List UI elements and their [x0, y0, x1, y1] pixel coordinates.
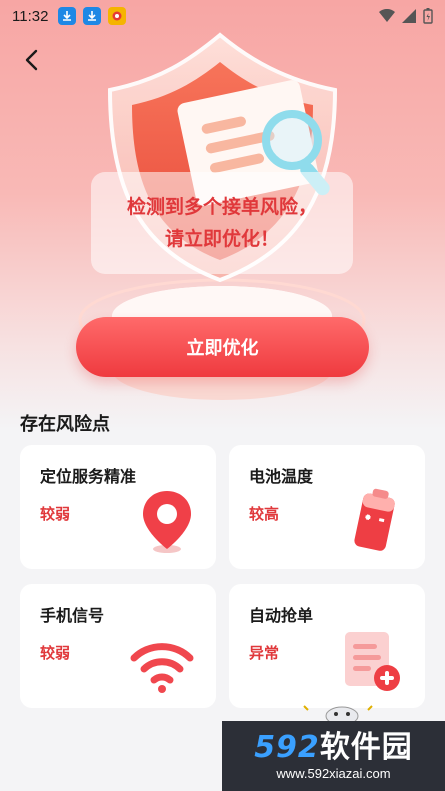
warning-line-1: 检测到多个接单风险， [126, 196, 317, 218]
chevron-left-icon [25, 49, 38, 71]
location-pin-icon [143, 491, 191, 553]
battery-icon [423, 8, 433, 24]
risk-card-location[interactable]: 定位服务精准 较弱 [20, 445, 216, 569]
watermark-brand-number: 592 [254, 729, 320, 765]
watermark-url: www.592xiazai.com [276, 765, 391, 781]
risk-card-auto-grab[interactable]: 自动抢单 异常 [229, 584, 425, 708]
card-title: 电池温度 [249, 467, 314, 486]
risk-card-signal[interactable]: 手机信号 较弱 [20, 584, 216, 708]
section-title: 存在风险点 [20, 414, 110, 435]
status-time: 11:32 [12, 7, 49, 25]
card-title: 自动抢单 [249, 606, 314, 625]
back-button[interactable] [18, 46, 46, 74]
warning-line-2: 请立即优化！ [164, 228, 279, 250]
document-add-icon [345, 632, 400, 691]
watermark-brand-text: 软件园 [319, 729, 413, 765]
battery-icon [354, 488, 395, 551]
card-title: 定位服务精准 [40, 467, 137, 486]
watermark-logo: 592软件园 www.592xiazai.com [222, 721, 445, 791]
risk-card-battery-temp[interactable]: 电池温度 较高 [229, 445, 425, 569]
warning-message: 检测到多个接单风险， 请立即优化！ [91, 172, 353, 274]
watermark-brand: 592软件园 [254, 729, 413, 765]
card-title: 手机信号 [40, 606, 105, 625]
optimize-now-button[interactable]: 立即优化 [76, 317, 369, 377]
signal-icon [402, 9, 416, 23]
wifi-signal-icon [130, 643, 194, 693]
